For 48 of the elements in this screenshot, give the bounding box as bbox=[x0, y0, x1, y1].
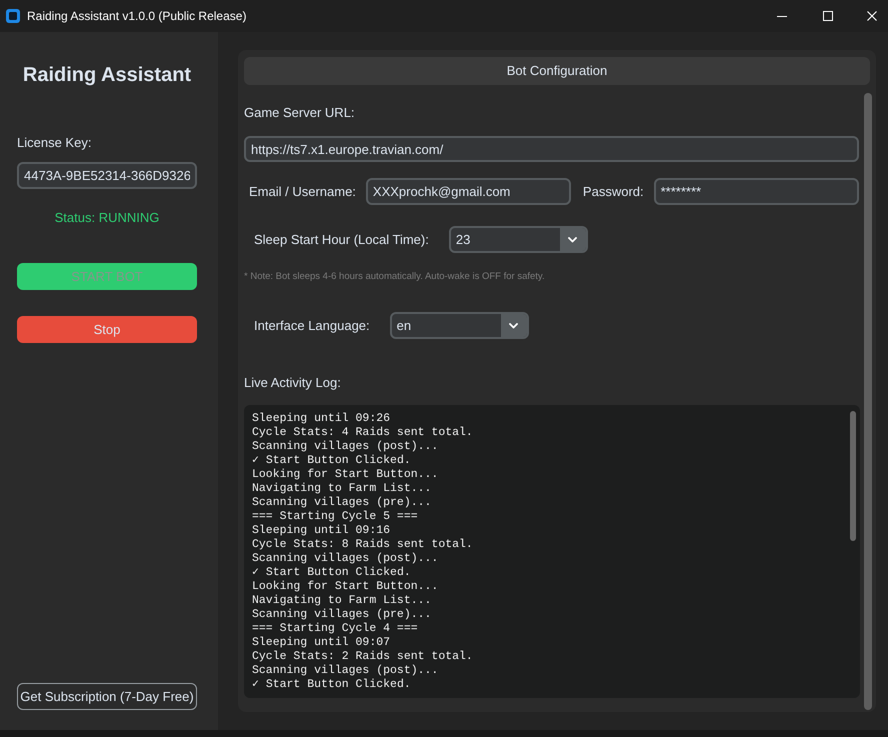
log-line: Sleeping until 09:26 bbox=[252, 412, 392, 426]
log-line: Sleeping until 09:16 bbox=[252, 524, 392, 538]
chevron-down-icon bbox=[509, 322, 518, 328]
log-line: Navigating to Farm List... bbox=[252, 594, 432, 608]
subscription-button[interactable]: Get Subscription (7-Day Free) bbox=[17, 683, 197, 710]
section-header: Bot Configuration bbox=[244, 57, 870, 85]
log-line: Scanning villages (pre)... bbox=[252, 608, 432, 622]
log-line: Scanning villages (post)... bbox=[252, 552, 440, 566]
log-line: Cycle Stats: 8 Raids sent total. bbox=[252, 538, 474, 552]
log-line: Scanning villages (post)... bbox=[252, 664, 440, 678]
log-line: Cycle Stats: 2 Raids sent total. bbox=[252, 650, 474, 664]
app-icon bbox=[6, 9, 20, 23]
status-text: Status: RUNNING bbox=[54, 210, 160, 226]
chevron-down-icon bbox=[568, 236, 578, 242]
field-label: Sleep Start Hour (Local Time): bbox=[254, 232, 429, 248]
hour-select[interactable]: 23 bbox=[448, 226, 588, 253]
log-line: === Starting Cycle 5 === bbox=[252, 510, 419, 524]
log-scrollbar-thumb[interactable] bbox=[850, 411, 856, 541]
log-line: ✓ Start Button Clicked. bbox=[252, 678, 412, 692]
password-field[interactable]: ******** bbox=[654, 178, 859, 205]
close-icon[interactable] bbox=[867, 11, 877, 21]
dropdown-button[interactable] bbox=[560, 228, 586, 251]
log-label: Live Activity Log: bbox=[244, 375, 342, 391]
dropdown-button[interactable] bbox=[500, 314, 527, 337]
log-line: Looking for Start Button... bbox=[252, 468, 440, 482]
log-line: Looking for Start Button... bbox=[252, 580, 440, 594]
language-select[interactable]: en bbox=[390, 312, 529, 339]
email-field[interactable]: XXXprochk@gmail.com bbox=[366, 178, 571, 205]
field-label: Game Server URL: bbox=[244, 105, 356, 121]
app-title: Raiding Assistant bbox=[22, 63, 192, 87]
log-line: Scanning villages (pre)... bbox=[252, 496, 432, 510]
log-line: Sleeping until 09:07 bbox=[252, 636, 392, 650]
log-line: Cycle Stats: 4 Raids sent total. bbox=[252, 426, 474, 440]
log-line: Navigating to Farm List... bbox=[252, 482, 432, 496]
log-line: Scanning villages (post)... bbox=[252, 440, 440, 454]
license-key-field[interactable]: 4473A-9BE52314-366D9326 bbox=[17, 162, 197, 189]
field-label: Interface Language: bbox=[254, 318, 370, 334]
license-key-label: License Key: bbox=[17, 135, 92, 151]
url-field[interactable]: https://ts7.x1.europe.travian.com/ bbox=[244, 136, 859, 162]
log-line: ✓ Start Button Clicked. bbox=[252, 454, 412, 468]
window-title: Raiding Assistant v1.0.0 (Public Release) bbox=[27, 8, 246, 24]
scrollbar-thumb[interactable] bbox=[864, 93, 872, 710]
note-text: * Note: Bot sleeps 4-6 hours automatically. Auto-wake is OFF for safety. bbox=[244, 271, 546, 283]
field-label: Password: bbox=[582, 184, 644, 200]
log-line: === Starting Cycle 4 === bbox=[252, 622, 419, 636]
maximize-icon[interactable] bbox=[823, 11, 833, 21]
field-label: Email / Username: bbox=[249, 184, 356, 200]
log-line: ✓ Start Button Clicked. bbox=[252, 566, 412, 580]
